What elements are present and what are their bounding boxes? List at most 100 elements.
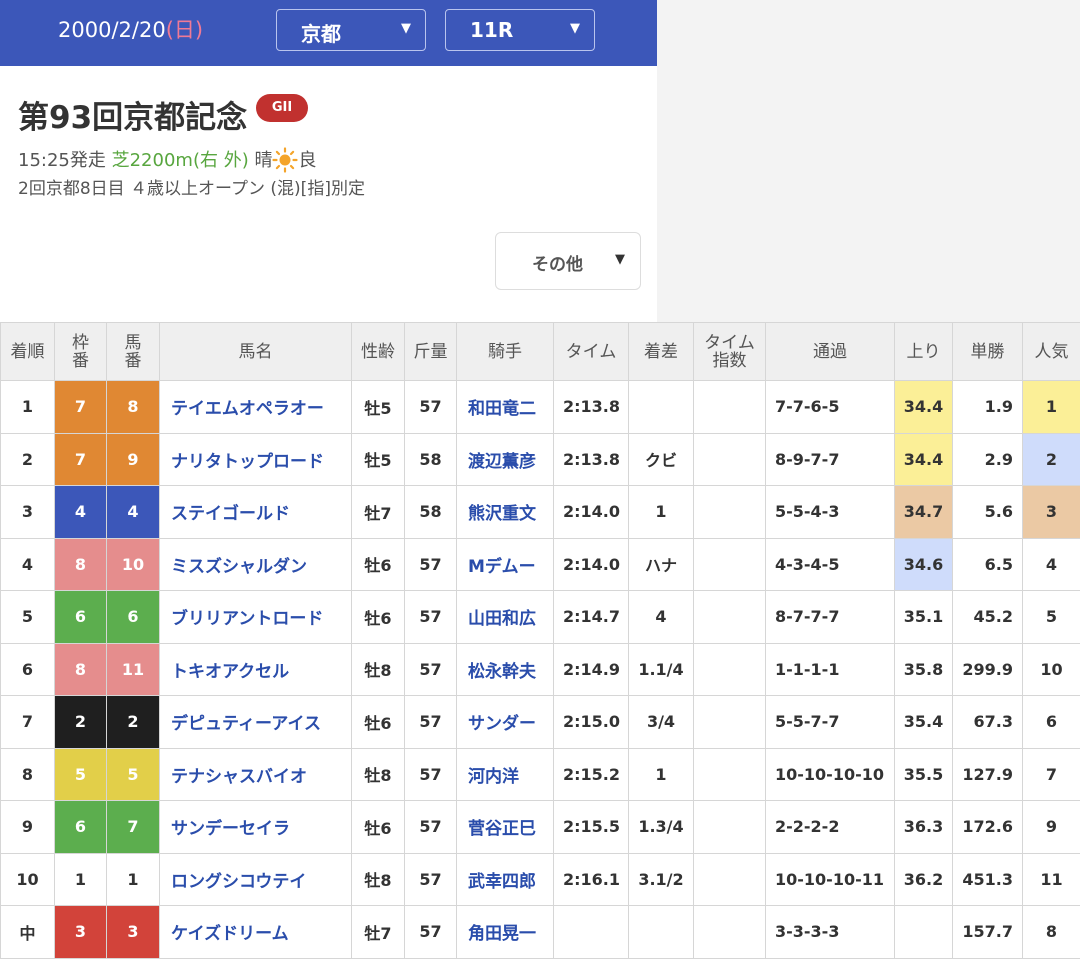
cell-odds: 451.3 <box>953 853 1023 906</box>
cell-time: 2:15.5 <box>554 801 629 854</box>
cell-horse-name[interactable]: ブリリアントロード <box>160 591 352 644</box>
cell-jockey[interactable]: 松永幹夫 <box>457 643 554 696</box>
cell-horse-number: 8 <box>107 381 160 434</box>
cell-jockey[interactable]: 菅谷正巳 <box>457 801 554 854</box>
cell-passing: 10-10-10-10 <box>766 748 895 801</box>
cell-passing: 3-3-3-3 <box>766 906 895 959</box>
cell-jockey[interactable]: 和田竜二 <box>457 381 554 434</box>
col-odds[interactable]: 単勝 <box>953 323 1023 381</box>
cell-jockey[interactable]: 角田晃一 <box>457 906 554 959</box>
cell-sex-age: 牡6 <box>352 538 405 591</box>
cell-weight: 57 <box>405 906 457 959</box>
cell-jockey[interactable]: サンダー <box>457 696 554 749</box>
other-menu-button[interactable]: その他 ▼ <box>495 232 641 290</box>
venue-select[interactable]: 京都 ▼ <box>276 9 426 51</box>
cell-sex-age: 牡5 <box>352 381 405 434</box>
cell-time-index <box>694 696 766 749</box>
col-time[interactable]: タイム <box>554 323 629 381</box>
cell-last3f: 34.6 <box>895 538 953 591</box>
cell-popularity: 9 <box>1023 801 1080 854</box>
cell-horse-number: 3 <box>107 906 160 959</box>
cell-time <box>554 906 629 959</box>
col-waku-top: 枠 <box>72 333 89 353</box>
cell-time-index <box>694 381 766 434</box>
cell-jockey[interactable]: 渡辺薫彦 <box>457 433 554 486</box>
cell-last3f: 34.4 <box>895 433 953 486</box>
cell-waku: 7 <box>55 381 107 434</box>
cell-odds: 127.9 <box>953 748 1023 801</box>
cell-popularity: 7 <box>1023 748 1080 801</box>
col-horse-number[interactable]: 馬番 <box>107 323 160 381</box>
grade-badge: GII <box>256 94 308 122</box>
cell-sex-age: 牡7 <box>352 906 405 959</box>
col-horse-name[interactable]: 馬名 <box>160 323 352 381</box>
cell-popularity: 11 <box>1023 853 1080 906</box>
race-number-select[interactable]: 11R ▼ <box>445 9 595 51</box>
cell-rank: 10 <box>1 853 55 906</box>
col-waku[interactable]: 枠番 <box>55 323 107 381</box>
cell-horse-name[interactable]: デピュティーアイス <box>160 696 352 749</box>
race-number-select-label: 11R <box>470 18 513 42</box>
race-info-panel: 第93回京都記念 GII 15:25発走 芝2200m(右 外) 晴良 2回京都… <box>0 66 657 322</box>
cell-jockey[interactable]: 河内洋 <box>457 748 554 801</box>
cell-sex-age: 牡8 <box>352 748 405 801</box>
col-last3f[interactable]: 上り <box>895 323 953 381</box>
cell-time: 2:14.9 <box>554 643 629 696</box>
cell-weight: 58 <box>405 486 457 539</box>
cell-waku: 4 <box>55 486 107 539</box>
cell-popularity: 3 <box>1023 486 1080 539</box>
cell-horse-number: 1 <box>107 853 160 906</box>
cell-time-index <box>694 853 766 906</box>
cell-last3f: 36.2 <box>895 853 953 906</box>
col-passing[interactable]: 通過 <box>766 323 895 381</box>
cell-sex-age: 牡6 <box>352 591 405 644</box>
chevron-down-icon: ▼ <box>570 21 580 36</box>
cell-sex-age: 牡8 <box>352 643 405 696</box>
cell-popularity: 8 <box>1023 906 1080 959</box>
cell-sex-age: 牡6 <box>352 696 405 749</box>
cell-odds: 5.6 <box>953 486 1023 539</box>
race-title: 第93回京都記念 <box>18 92 247 137</box>
col-weight[interactable]: 斤量 <box>405 323 457 381</box>
cell-horse-name[interactable]: ミスズシャルダン <box>160 538 352 591</box>
cell-popularity: 1 <box>1023 381 1080 434</box>
cell-horse-name[interactable]: ステイゴールド <box>160 486 352 539</box>
col-rank[interactable]: 着順 <box>1 323 55 381</box>
cell-waku: 6 <box>55 591 107 644</box>
cell-waku: 8 <box>55 538 107 591</box>
col-uma-bottom: 番 <box>125 351 142 371</box>
cell-passing: 5-5-4-3 <box>766 486 895 539</box>
cell-last3f: 35.4 <box>895 696 953 749</box>
cell-horse-name[interactable]: テナシャスバイオ <box>160 748 352 801</box>
chevron-down-icon: ▼ <box>401 21 411 36</box>
cell-time: 2:13.8 <box>554 381 629 434</box>
cell-jockey[interactable]: 山田和広 <box>457 591 554 644</box>
cell-horse-name[interactable]: ケイズドリーム <box>160 906 352 959</box>
col-sex-age[interactable]: 性齢 <box>352 323 405 381</box>
cell-sex-age: 牡8 <box>352 853 405 906</box>
cell-jockey[interactable]: 武幸四郎 <box>457 853 554 906</box>
cell-horse-name[interactable]: トキオアクセル <box>160 643 352 696</box>
cell-time-index <box>694 591 766 644</box>
side-background <box>657 0 1080 322</box>
cell-horse-name[interactable]: ロングシコウテイ <box>160 853 352 906</box>
cell-horse-name[interactable]: ナリタトップロード <box>160 433 352 486</box>
cell-horse-number: 5 <box>107 748 160 801</box>
cell-passing: 8-9-7-7 <box>766 433 895 486</box>
table-row: 279ナリタトップロード牡558渡辺薫彦2:13.8クビ8-9-7-734.42… <box>1 433 1080 486</box>
course-info: 芝2200m(右 外) <box>112 150 249 171</box>
cell-popularity: 10 <box>1023 643 1080 696</box>
weather-text: 晴 <box>254 150 272 171</box>
cell-weight: 57 <box>405 853 457 906</box>
cell-rank: 中 <box>1 906 55 959</box>
cell-jockey[interactable]: 熊沢重文 <box>457 486 554 539</box>
col-margin[interactable]: 着差 <box>629 323 694 381</box>
col-popularity[interactable]: 人気 <box>1023 323 1080 381</box>
col-time-index[interactable]: タイム指数 <box>694 323 766 381</box>
cell-jockey[interactable]: Mデムー <box>457 538 554 591</box>
cell-horse-name[interactable]: サンデーセイラ <box>160 801 352 854</box>
cell-horse-name[interactable]: テイエムオペラオー <box>160 381 352 434</box>
sun-icon <box>272 147 298 173</box>
col-jockey[interactable]: 騎手 <box>457 323 554 381</box>
cell-waku: 6 <box>55 801 107 854</box>
